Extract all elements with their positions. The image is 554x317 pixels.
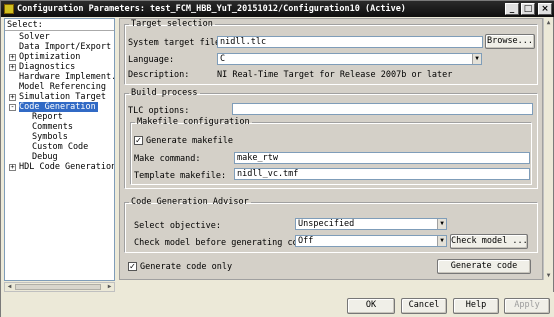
window-title: Configuration Parameters: test_FCM_HBB_Y…: [17, 4, 406, 14]
dialog-footer: OK Cancel Help Apply: [1, 292, 554, 317]
make-command-label: Make command:: [134, 154, 201, 164]
tree-item-symbols[interactable]: Symbols: [32, 132, 68, 142]
collapse-code-generation-icon[interactable]: -: [9, 104, 16, 111]
scroll-right-icon[interactable]: ▶: [105, 283, 114, 291]
tree-item-simulation-target[interactable]: Simulation Target: [19, 92, 106, 102]
config-dialog: Configuration Parameters: test_FCM_HBB_Y…: [0, 0, 554, 317]
scroll-down-icon[interactable]: ▼: [544, 271, 553, 280]
description-label: Description:: [128, 70, 190, 80]
app-icon: [4, 4, 14, 14]
title-bar[interactable]: Configuration Parameters: test_FCM_HBB_Y…: [1, 1, 554, 17]
expand-hdl-code-generation-icon[interactable]: +: [9, 164, 16, 171]
scroll-thumb[interactable]: [15, 284, 101, 290]
tlc-options-label: TLC options:: [128, 106, 190, 116]
select-objective-label: Select objective:: [134, 221, 221, 231]
scroll-left-icon[interactable]: ◀: [5, 283, 14, 291]
language-dropdown-icon[interactable]: ▼: [472, 54, 481, 64]
settings-vertical-scrollbar[interactable]: ▲ ▼: [543, 18, 553, 280]
description-value: NI Real-Time Target for Release 2007b or…: [217, 70, 453, 80]
objective-value: Unspecified: [298, 219, 355, 229]
check-model-button[interactable]: Check model ...: [450, 234, 528, 249]
target-selection-legend: Target selection: [131, 19, 213, 29]
tree-item-diagnostics[interactable]: Diagnostics: [19, 62, 75, 72]
expand-optimization-icon[interactable]: +: [9, 54, 16, 61]
check-model-label: Check model before generating code:: [134, 238, 314, 248]
language-value: C: [220, 54, 226, 64]
tree-item-custom-code[interactable]: Custom Code: [32, 142, 88, 152]
generate-code-only-checkbox[interactable]: ✓: [128, 262, 137, 271]
makefile-config-legend: Makefile configuration: [137, 117, 250, 127]
build-process-legend: Build process: [131, 88, 198, 98]
category-tree[interactable]: Select: Solver Data Import/Export + Opti…: [4, 18, 115, 281]
scroll-up-icon[interactable]: ▲: [544, 18, 553, 27]
check-model-dropdown-icon[interactable]: ▼: [437, 236, 446, 246]
settings-pane: Target selection System target file: nid…: [119, 18, 543, 280]
tree-item-comments[interactable]: Comments: [32, 122, 73, 132]
help-button[interactable]: Help: [453, 298, 499, 314]
tree-header: Select:: [5, 19, 114, 31]
tree-item-code-generation[interactable]: Code Generation: [19, 102, 98, 112]
objective-dropdown-icon[interactable]: ▼: [437, 219, 446, 229]
tree-horizontal-scrollbar[interactable]: ◀ ▶: [4, 282, 115, 292]
tree-item-solver[interactable]: Solver: [19, 32, 50, 42]
tree-item-model-referencing[interactable]: Model Referencing: [19, 82, 106, 92]
tree-item-hdl-code-generation[interactable]: HDL Code Generation: [19, 162, 114, 172]
ok-button[interactable]: OK: [347, 298, 395, 314]
system-target-input[interactable]: nidll.tlc: [217, 36, 483, 48]
browse-button[interactable]: Browse...: [485, 34, 535, 49]
generate-makefile-label: Generate makefile: [146, 136, 233, 146]
template-makefile-label: Template makefile:: [134, 171, 227, 181]
advisor-legend: Code Generation Advisor: [131, 197, 249, 207]
language-select[interactable]: C ▼: [217, 53, 482, 65]
template-makefile-input[interactable]: nidll_vc.tmf: [234, 168, 530, 180]
expand-simulation-target-icon[interactable]: +: [9, 94, 16, 101]
tree-item-debug[interactable]: Debug: [32, 152, 58, 162]
objective-select[interactable]: Unspecified ▼: [295, 218, 447, 230]
close-button[interactable]: ×: [538, 3, 552, 15]
generate-code-only-label: Generate code only: [140, 262, 233, 272]
language-label: Language:: [128, 55, 175, 65]
tree-item-report[interactable]: Report: [32, 112, 63, 122]
tree-item-optimization[interactable]: Optimization: [19, 52, 80, 62]
maximize-button[interactable]: □: [521, 3, 535, 15]
minimize-button[interactable]: _: [505, 3, 519, 15]
generate-code-button[interactable]: Generate code: [437, 259, 531, 274]
apply-button[interactable]: Apply: [504, 298, 550, 314]
tree-item-data-import-export[interactable]: Data Import/Export: [19, 42, 111, 52]
tree-item-hardware-implementation[interactable]: Hardware Implement...: [19, 72, 114, 82]
check-model-value: Off: [298, 236, 314, 246]
tlc-options-input[interactable]: [232, 103, 533, 115]
system-target-label: System target file:: [128, 38, 226, 48]
make-command-input[interactable]: make_rtw: [234, 152, 530, 164]
expand-diagnostics-icon[interactable]: +: [9, 64, 16, 71]
check-model-select[interactable]: Off ▼: [295, 235, 447, 247]
generate-makefile-checkbox[interactable]: ✓: [134, 136, 143, 145]
cancel-button[interactable]: Cancel: [401, 298, 447, 314]
